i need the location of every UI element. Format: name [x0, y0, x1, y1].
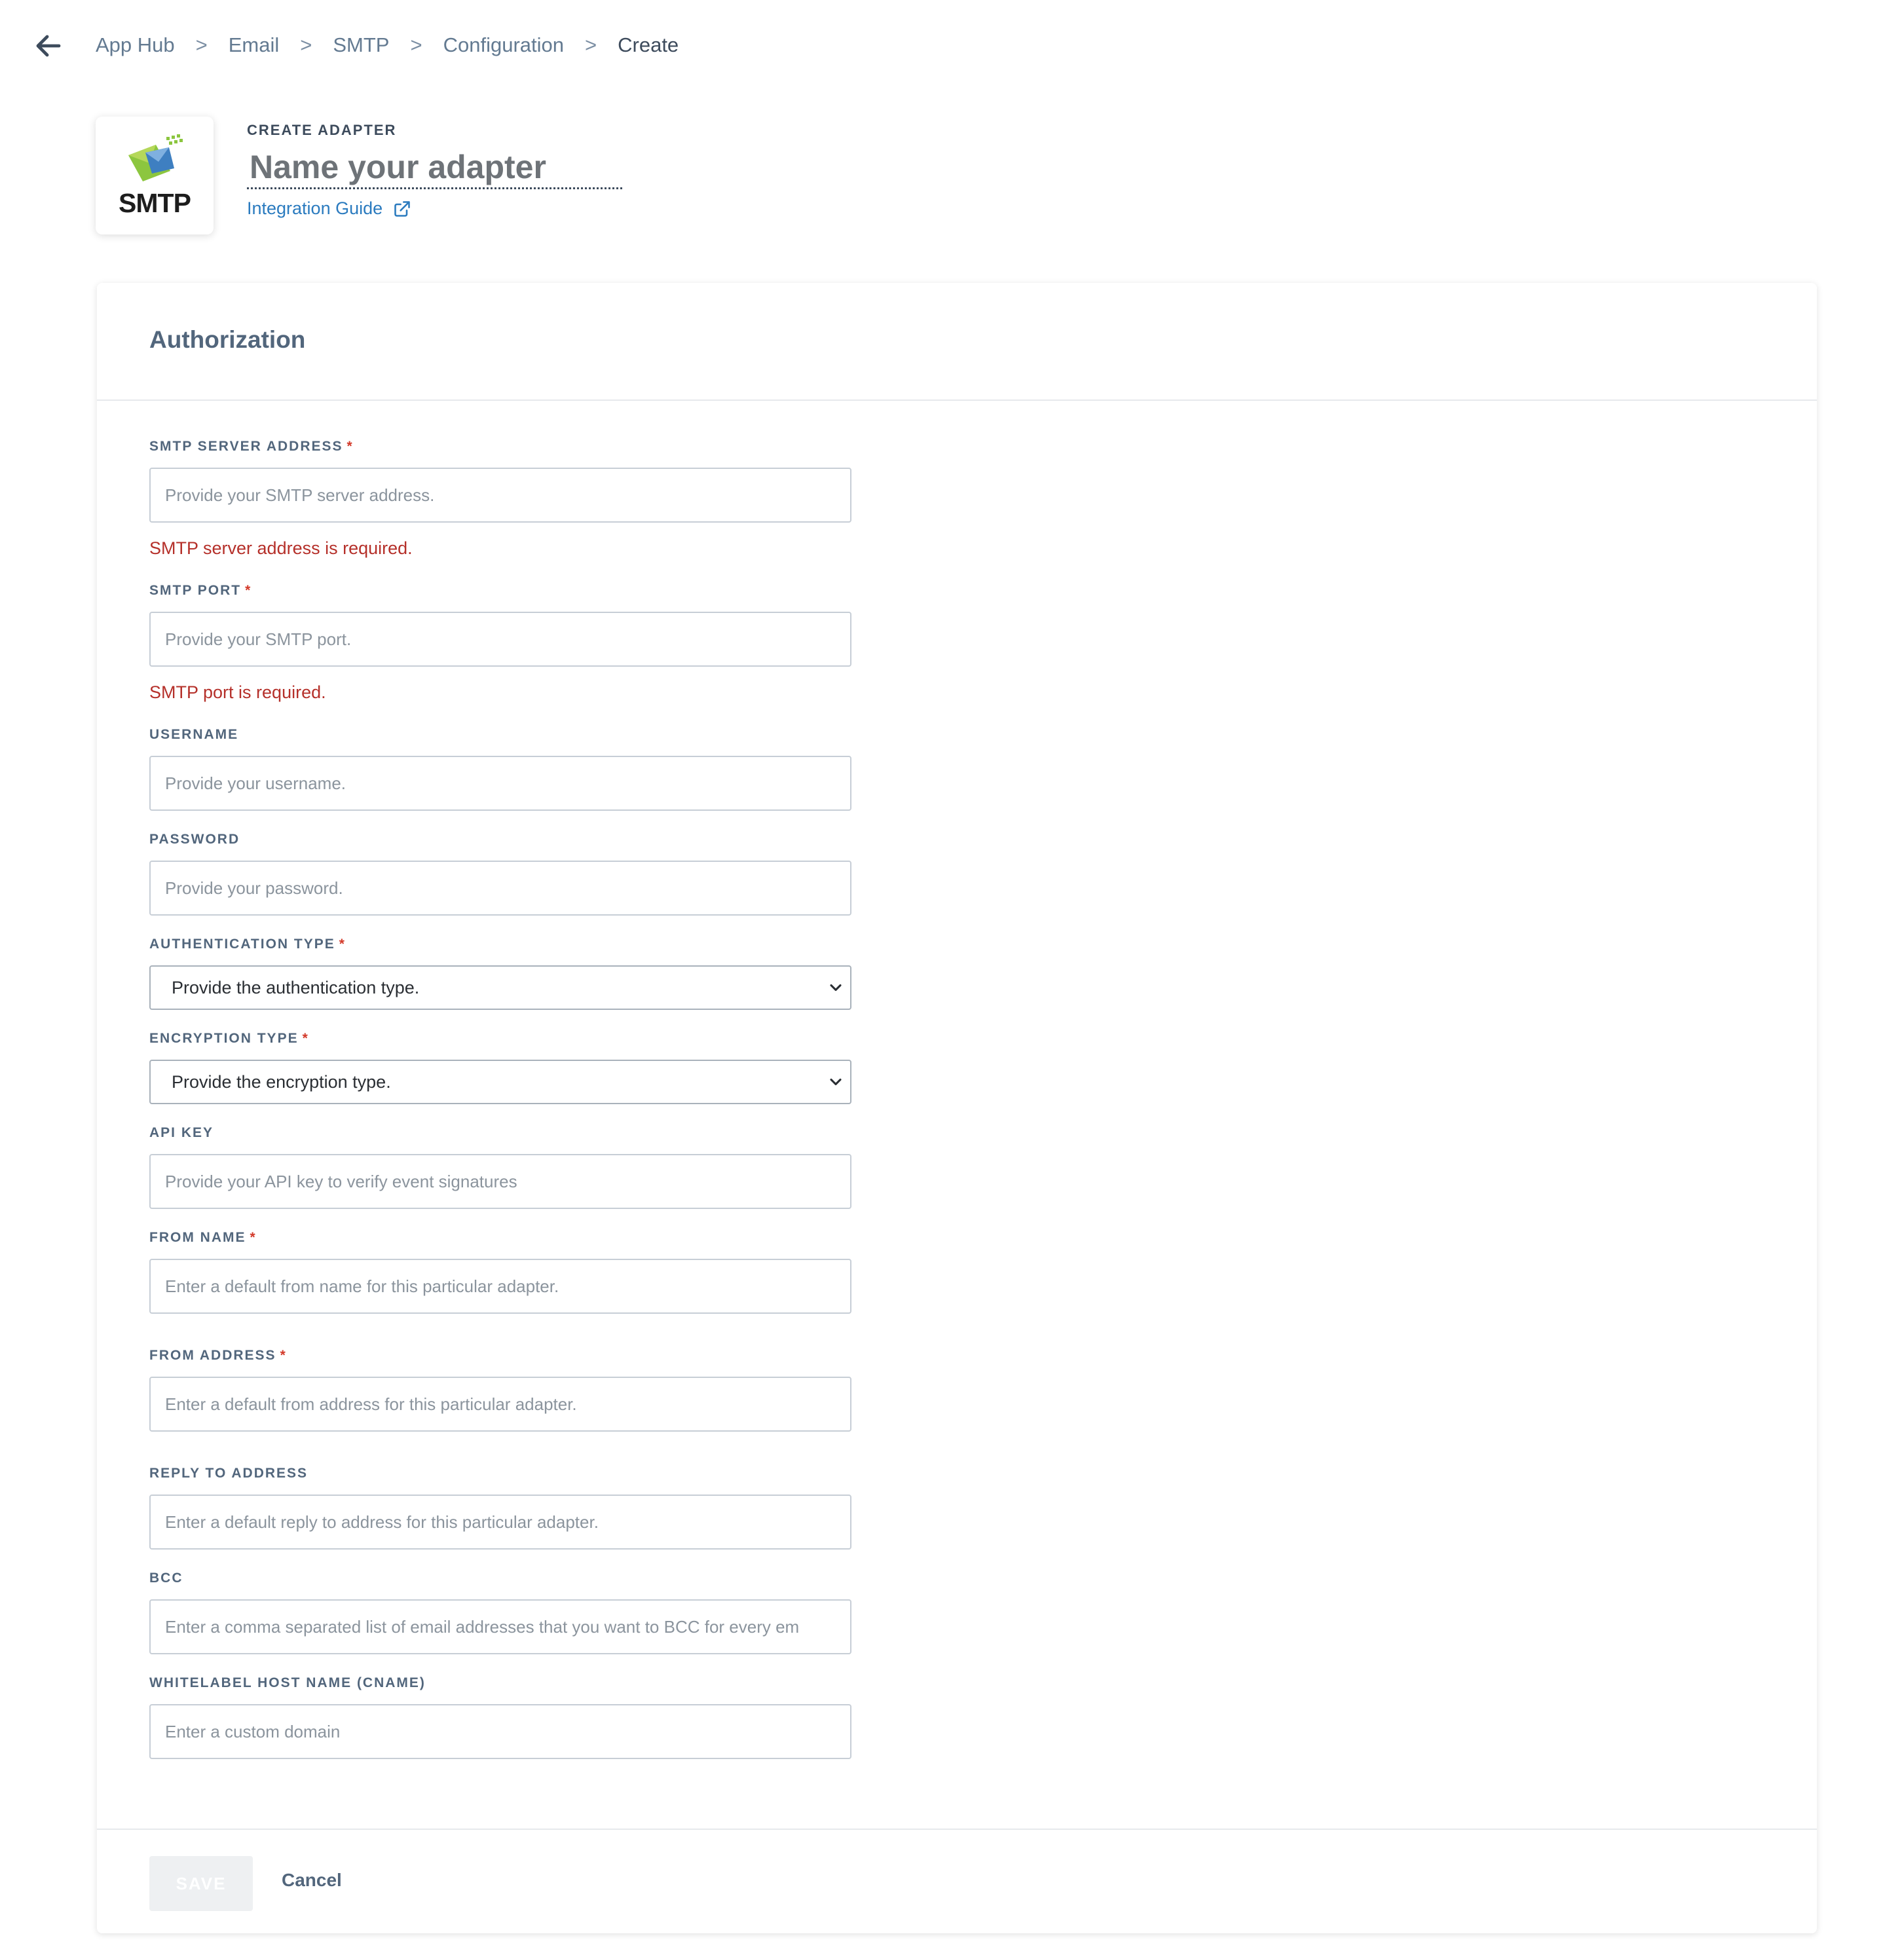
adapter-title-block: CREATE ADAPTER Integration Guide	[247, 122, 622, 219]
card-footer: SAVE Cancel	[97, 1829, 1817, 1935]
api-key-input[interactable]	[149, 1154, 851, 1209]
logo-text: SMTP	[119, 187, 191, 218]
from-address-label: FROM ADDRESS *	[149, 1348, 287, 1363]
top-bar: App Hub > Email > SMTP > Configuration >…	[0, 0, 1904, 92]
required-marker: *	[339, 937, 346, 952]
from-address-input[interactable]	[149, 1377, 851, 1432]
breadcrumb-item-smtp[interactable]: SMTP	[333, 33, 389, 57]
auth-type-field: AUTHENTICATION TYPE * Provide the authent…	[149, 937, 851, 1010]
required-marker: *	[245, 583, 252, 598]
smtp-port-field: SMTP PORT* SMTP port is required.	[149, 583, 851, 702]
chevron-down-icon	[830, 984, 842, 992]
smtp-server-error: SMTP server address is required.	[149, 538, 413, 558]
bcc-input[interactable]	[149, 1599, 851, 1654]
password-input[interactable]	[149, 861, 851, 916]
username-field: USERNAME	[149, 727, 851, 811]
smtp-server-label: SMTP SERVER ADDRESS *	[149, 439, 354, 454]
back-button[interactable]	[33, 30, 64, 62]
password-label: PASSWORD	[149, 832, 240, 847]
breadcrumb-item-email[interactable]: Email	[229, 33, 280, 57]
reply-to-label: REPLY TO ADDRESS	[149, 1466, 308, 1481]
smtp-server-field: SMTP SERVER ADDRESS* SMTP server address…	[149, 439, 851, 558]
encryption-type-value: Provide the encryption type.	[172, 1071, 391, 1092]
required-marker: *	[280, 1348, 287, 1363]
from-name-field: FROM NAME *	[149, 1230, 851, 1314]
reply-to-field: REPLY TO ADDRESS	[149, 1466, 851, 1550]
bcc-field: BCC	[149, 1570, 851, 1654]
envelope-logo-icon	[128, 134, 183, 181]
external-link-icon	[394, 200, 410, 217]
encryption-type-label: ENCRYPTION TYPE *	[149, 1031, 309, 1046]
save-button[interactable]: SAVE	[149, 1856, 253, 1911]
required-marker: *	[302, 1031, 309, 1046]
breadcrumb-separator: >	[410, 33, 422, 56]
password-field: PASSWORD	[149, 832, 851, 916]
breadcrumb-separator: >	[585, 33, 597, 56]
smtp-port-label: SMTP PORT *	[149, 583, 252, 598]
bcc-label: BCC	[149, 1570, 183, 1586]
integration-guide-label: Integration Guide	[247, 198, 383, 218]
encryption-type-field: ENCRYPTION TYPE * Provide the encryption …	[149, 1031, 851, 1104]
chevron-down-icon	[830, 1078, 842, 1086]
breadcrumb: App Hub > Email > SMTP > Configuration >…	[96, 29, 679, 62]
auth-type-value: Provide the authentication type.	[172, 977, 420, 997]
breadcrumb-item-configuration[interactable]: Configuration	[443, 33, 564, 57]
breadcrumb-item-current: Create	[618, 33, 679, 56]
cname-input[interactable]	[149, 1704, 851, 1759]
arrow-left-icon	[36, 35, 61, 57]
integration-guide-link[interactable]: Integration Guide	[247, 198, 622, 219]
section-title: Authorization	[149, 326, 306, 353]
authorization-card: Authorization SMTP SERVER ADDRESS* SMTP …	[97, 283, 1817, 1933]
adapter-name-input[interactable]	[247, 148, 622, 189]
breadcrumb-separator: >	[195, 33, 208, 56]
cname-label: WHITELABEL HOST NAME (CNAME)	[149, 1675, 426, 1690]
create-adapter-eyebrow: CREATE ADAPTER	[247, 122, 397, 138]
breadcrumb-separator: >	[300, 33, 312, 56]
encryption-type-select[interactable]: Provide the encryption type.	[149, 1060, 851, 1104]
api-key-field: API KEY	[149, 1125, 851, 1209]
cname-field: WHITELABEL HOST NAME (CNAME)	[149, 1675, 851, 1759]
breadcrumb-item-app-hub[interactable]: App Hub	[96, 33, 175, 57]
api-key-label: API KEY	[149, 1125, 214, 1140]
auth-type-label: AUTHENTICATION TYPE *	[149, 937, 346, 952]
reply-to-input[interactable]	[149, 1495, 851, 1550]
adapter-header: SMTP CREATE ADAPTER Integration Guide	[96, 117, 1013, 234]
cancel-button[interactable]: Cancel	[278, 1869, 346, 1891]
from-name-label: FROM NAME *	[149, 1230, 257, 1245]
card-header: Authorization	[97, 283, 1817, 401]
smtp-logo: SMTP	[96, 117, 214, 234]
username-input[interactable]	[149, 756, 851, 811]
smtp-port-error: SMTP port is required.	[149, 682, 326, 702]
auth-type-select[interactable]: Provide the authentication type.	[149, 965, 851, 1010]
required-marker: *	[250, 1230, 257, 1245]
from-name-input[interactable]	[149, 1259, 851, 1314]
from-address-field: FROM ADDRESS *	[149, 1348, 851, 1432]
required-marker: *	[346, 439, 354, 454]
username-label: USERNAME	[149, 727, 239, 742]
smtp-port-input[interactable]	[149, 612, 851, 667]
smtp-server-input[interactable]	[149, 468, 851, 523]
